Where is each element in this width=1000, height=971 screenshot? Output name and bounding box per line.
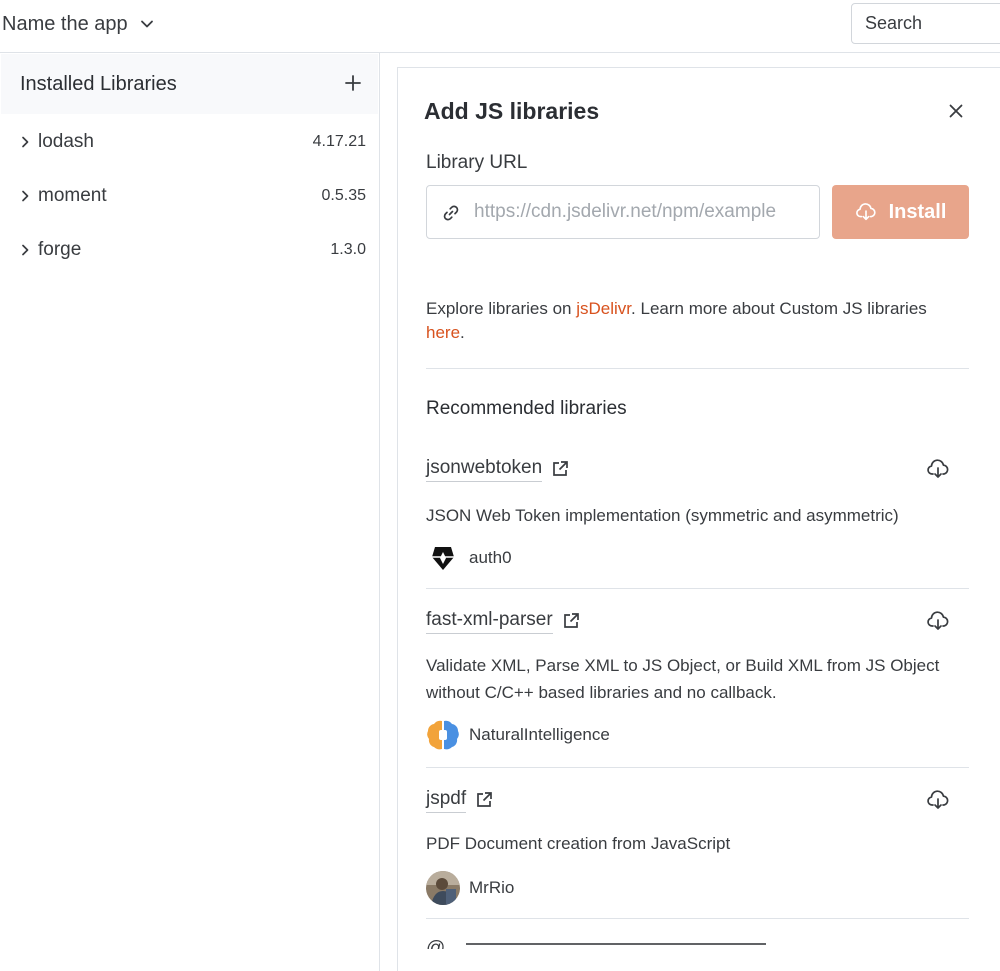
library-link[interactable]: jsonwebtoken: [426, 457, 543, 482]
top-bar: Name the app Search: [0, 0, 1000, 53]
library-name: lodash: [38, 131, 94, 152]
plus-icon: [345, 75, 361, 91]
library-url-label: Library URL: [426, 152, 528, 173]
explore-prefix: Explore libraries on: [426, 299, 577, 318]
panel-title: Add JS libraries: [424, 98, 600, 124]
library-author: NaturalIntelligence: [426, 718, 610, 752]
search-label: Search: [865, 13, 923, 33]
download-cloud-icon[interactable]: [926, 788, 950, 812]
library-name: moment: [38, 185, 107, 206]
library-url-input[interactable]: [474, 186, 814, 238]
library-description: Validate XML, Parse XML to JS Object, or…: [426, 656, 940, 702]
recommended-library-card: @ ...: [426, 936, 969, 966]
library-row-moment[interactable]: moment 0.5.35: [1, 176, 378, 216]
brain-avatar-icon: [426, 718, 460, 752]
library-description: JSON Web Token implementation (symmetric…: [426, 506, 899, 525]
chevron-down-icon: [140, 17, 154, 31]
recommended-library-card: jspdf PDF Document creation from JavaScr…: [426, 786, 969, 916]
link-icon: [441, 203, 461, 223]
photo-avatar: [426, 871, 460, 905]
explore-text: Explore libraries on jsDelivr. Learn mor…: [426, 297, 966, 345]
library-version: 4.17.21: [312, 133, 366, 150]
recommended-libraries-title: Recommended libraries: [426, 398, 627, 419]
chevron-right-icon: [19, 136, 31, 148]
divider: [426, 767, 969, 768]
jsdelivr-link[interactable]: jsDelivr: [576, 299, 631, 318]
divider: [426, 368, 969, 369]
library-author: auth0: [426, 541, 512, 575]
divider: [426, 918, 969, 919]
library-description: PDF Document creation from JavaScript: [426, 834, 731, 853]
auth0-shield-icon: [426, 541, 460, 575]
library-row-forge[interactable]: forge 1.3.0: [1, 230, 378, 270]
library-url-field[interactable]: [426, 185, 820, 239]
external-link-icon[interactable]: [475, 791, 493, 809]
app-name-label: Name the app: [2, 12, 128, 35]
library-name: forge: [38, 239, 82, 260]
library-link[interactable]: jspdf: [426, 788, 467, 813]
cloud-download-icon: [855, 201, 877, 223]
recommended-library-card: jsonwebtoken JSON Web Token implementati…: [426, 455, 969, 589]
close-button[interactable]: [947, 102, 965, 120]
app-name-dropdown[interactable]: Name the app: [2, 10, 154, 38]
installed-libraries-sidebar: Installed Libraries lodash 4.17.21 momen…: [0, 53, 380, 971]
explore-middle: . Learn more about Custom JS libraries: [631, 299, 927, 318]
truncated-library-name: [466, 943, 767, 949]
recommended-library-card: fast-xml-parser Validate XML, Parse XML …: [426, 607, 969, 767]
external-link-icon[interactable]: [562, 612, 580, 630]
download-cloud-icon[interactable]: [926, 609, 950, 633]
library-link[interactable]: @ ...: [426, 938, 466, 950]
library-row-lodash[interactable]: lodash 4.17.21: [1, 122, 378, 162]
install-button[interactable]: Install: [832, 185, 969, 239]
library-author: MrRio: [426, 871, 514, 905]
author-name: NaturalIntelligence: [469, 725, 610, 744]
chevron-right-icon: [19, 190, 31, 202]
here-link[interactable]: here: [426, 323, 460, 342]
sidebar-header: Installed Libraries: [1, 54, 378, 114]
external-link-icon[interactable]: [551, 460, 569, 478]
explore-suffix: .: [460, 323, 465, 342]
chevron-right-icon: [19, 244, 31, 256]
library-version: 0.5.35: [321, 187, 366, 204]
add-library-button[interactable]: [342, 72, 364, 94]
close-icon: [949, 104, 963, 118]
sidebar-title: Installed Libraries: [20, 72, 177, 95]
install-label: Install: [888, 200, 947, 223]
download-cloud-icon[interactable]: [926, 457, 950, 481]
author-name: auth0: [469, 548, 512, 567]
add-js-libraries-panel: Add JS libraries Library URL Install Exp…: [397, 67, 1000, 971]
author-name: MrRio: [469, 878, 515, 897]
divider: [426, 588, 969, 589]
library-link[interactable]: fast-xml-parser: [426, 609, 553, 634]
search-input[interactable]: Search: [851, 3, 1000, 44]
library-version: 1.3.0: [330, 241, 366, 258]
